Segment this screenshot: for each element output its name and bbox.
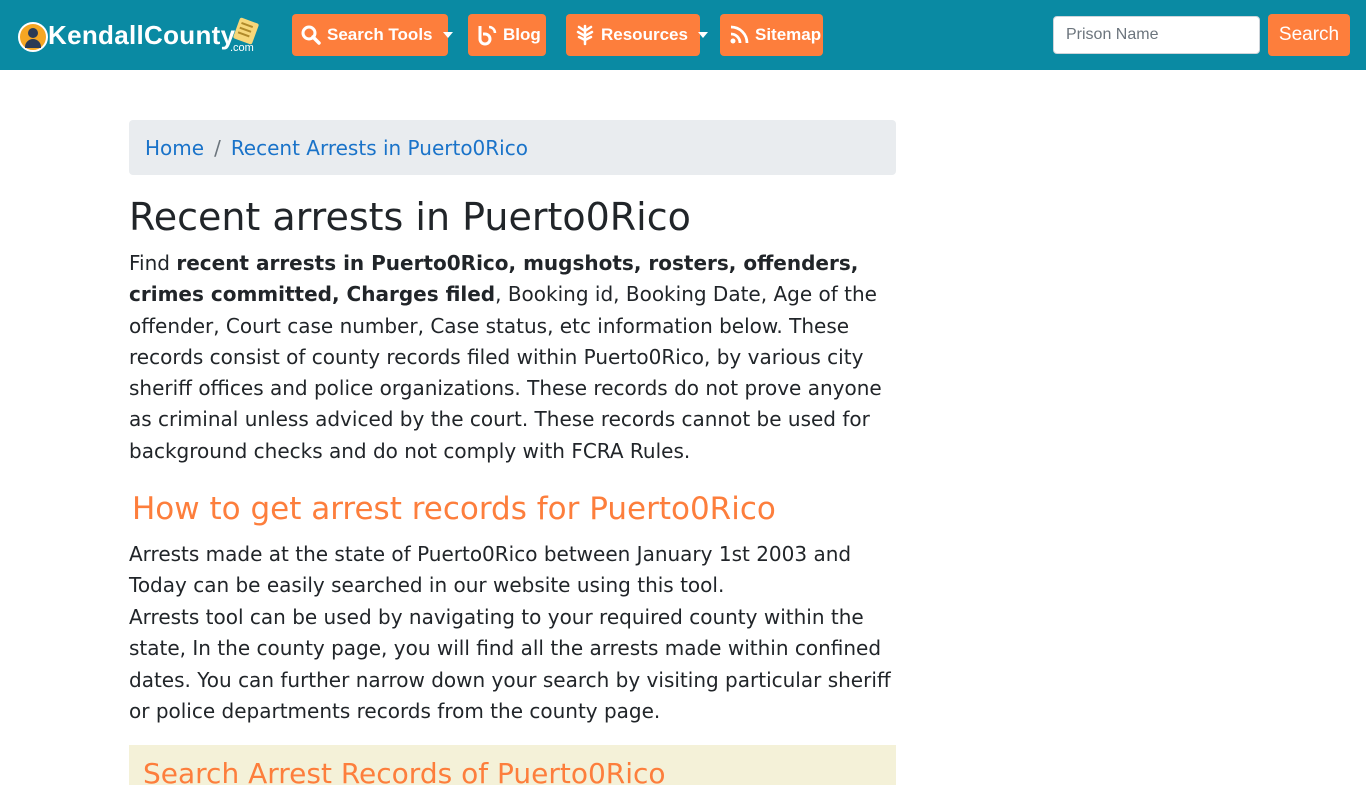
resources-label: Resources xyxy=(601,25,688,44)
rss-icon xyxy=(728,24,750,46)
intro-lead: Find xyxy=(129,251,177,275)
user-avatar-icon xyxy=(18,22,48,52)
breadcrumb: Home / Recent Arrests in Puerto0Rico xyxy=(129,120,896,175)
intro-rest: , Booking id, Booking Date, Age of the o… xyxy=(129,282,882,463)
sitemap-label: Sitemap xyxy=(755,25,822,44)
search-arrest-records-box: Search Arrest Records of Puerto0Rico xyxy=(129,745,896,790)
search-button[interactable]: Search xyxy=(1268,14,1350,56)
paragraph-how-to-use: Arrests tool can be used by navigating t… xyxy=(129,605,891,723)
section-heading: How to get arrest records for Puerto0Ric… xyxy=(132,491,776,527)
site-logo[interactable]: KendallCounty .com xyxy=(18,17,268,58)
blogger-icon xyxy=(476,24,498,46)
sitemap-link[interactable]: Sitemap xyxy=(720,14,823,56)
search-tools-label: Search Tools xyxy=(327,25,433,44)
intro-paragraph: Find recent arrests in Puerto0Rico, mugs… xyxy=(129,248,896,467)
logo-suffix: .com xyxy=(230,42,254,54)
logo-text: KendallCounty xyxy=(48,20,236,50)
leaf-icon xyxy=(574,24,596,46)
magnifier-icon xyxy=(300,24,322,46)
prison-name-search-input[interactable] xyxy=(1053,16,1260,54)
top-navbar: KendallCounty .com Search Tools Blog Res… xyxy=(0,0,1366,70)
book-icon xyxy=(232,17,260,45)
search-box-title: Search Arrest Records of Puerto0Rico xyxy=(143,757,666,790)
resources-dropdown[interactable]: Resources xyxy=(566,14,708,56)
breadcrumb-current-link[interactable]: Recent Arrests in Puerto0Rico xyxy=(231,136,528,160)
blog-label: Blog xyxy=(503,25,541,44)
chevron-down-icon xyxy=(442,32,453,38)
paragraph-date-range: Arrests made at the state of Puerto0Rico… xyxy=(129,542,852,598)
search-tools-dropdown[interactable]: Search Tools xyxy=(292,14,453,56)
chevron-down-icon xyxy=(697,32,708,38)
breadcrumb-home-link[interactable]: Home xyxy=(145,136,204,160)
blog-link[interactable]: Blog xyxy=(468,14,546,56)
page-title: Recent arrests in Puerto0Rico xyxy=(129,195,691,239)
breadcrumb-separator: / xyxy=(214,135,221,160)
